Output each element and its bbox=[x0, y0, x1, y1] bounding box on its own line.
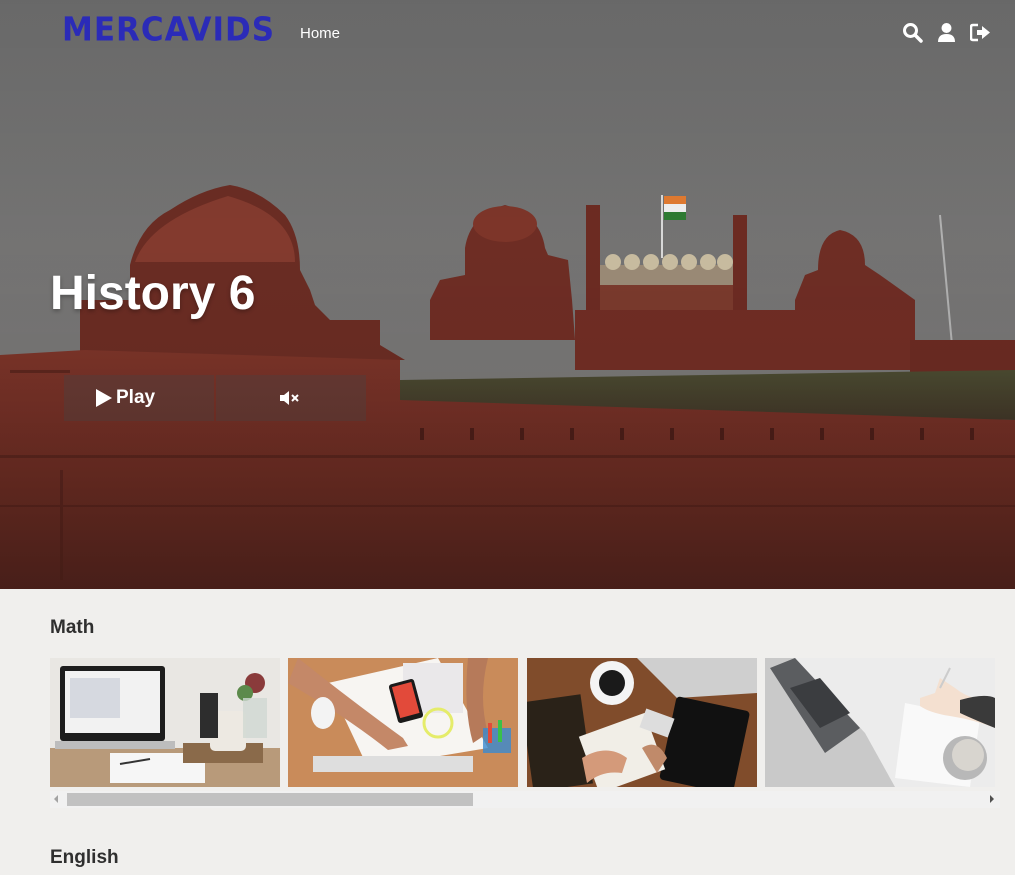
math-carousel[interactable] bbox=[50, 658, 995, 787]
nav-home-link[interactable]: Home bbox=[300, 25, 340, 42]
play-button-label: Play bbox=[116, 387, 156, 408]
hands-with-phone-thumbnail[interactable] bbox=[288, 658, 518, 787]
scrollbar-thumb[interactable] bbox=[67, 793, 473, 806]
search-icon[interactable] bbox=[902, 22, 923, 43]
laptop-writing-thumbnail[interactable] bbox=[765, 658, 995, 787]
scroll-left-arrow-icon[interactable] bbox=[54, 795, 58, 803]
volume-mute-icon bbox=[280, 391, 299, 405]
scroll-right-arrow-icon[interactable] bbox=[990, 795, 994, 803]
play-icon bbox=[96, 389, 112, 407]
mute-button[interactable] bbox=[216, 375, 366, 421]
hero-title: History 6 bbox=[50, 267, 256, 320]
desk-with-coffee-thumbnail[interactable] bbox=[527, 658, 757, 787]
header-icons bbox=[902, 22, 991, 43]
play-button[interactable]: Play bbox=[64, 375, 214, 421]
row-title-english: English bbox=[50, 847, 119, 868]
row-title-math: Math bbox=[50, 617, 95, 638]
site-logo[interactable]: MERCAVIDS bbox=[62, 11, 275, 49]
laptop-desk-thumbnail[interactable] bbox=[50, 658, 280, 787]
sign-out-icon[interactable] bbox=[969, 22, 991, 43]
math-carousel-scrollbar[interactable] bbox=[50, 791, 1000, 808]
user-icon[interactable] bbox=[936, 22, 957, 43]
